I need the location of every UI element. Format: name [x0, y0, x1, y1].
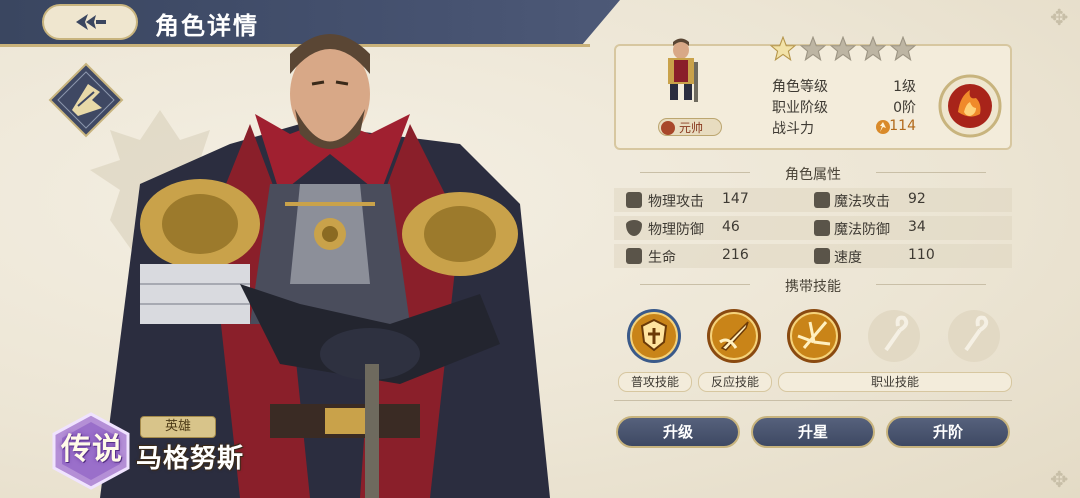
hp-label: 生命 — [648, 250, 676, 266]
corner-ornament-top-right: ✥ — [1050, 6, 1069, 31]
class-skill-label: 职业技能 — [778, 372, 1012, 392]
physical-defense-value: 46 — [722, 219, 740, 235]
magic-attack-label: 魔法攻击 — [834, 194, 890, 210]
star-rating — [770, 36, 916, 62]
speed-label: 速度 — [834, 250, 862, 266]
level-label: 角色等级 — [772, 79, 828, 95]
class-tag[interactable]: 元帅 — [658, 118, 722, 136]
power-value: 114 — [889, 118, 916, 134]
sword-icon — [626, 192, 642, 208]
magic-shield-icon — [814, 220, 830, 236]
fire-element-icon[interactable] — [938, 74, 1002, 138]
class-rank-value: 0阶 — [893, 100, 916, 116]
rarity-label: 传说 — [61, 432, 123, 467]
star-empty-icon — [890, 36, 916, 62]
physical-attack-value: 147 — [722, 191, 749, 207]
reaction-skill-icon[interactable] — [706, 308, 762, 364]
magic-attack-value: 92 — [908, 191, 926, 207]
boot-icon — [814, 248, 830, 264]
hero-detail-screen: ✥ ✥ 角色详情 传说 英雄 马格努斯 角色等级 1级 职业阶级 0阶 战斗力 … — [0, 0, 1080, 498]
marshal-class-icon — [661, 121, 675, 135]
class-rank-label: 职业阶级 — [772, 100, 828, 116]
star-empty-icon — [830, 36, 856, 62]
hp-value: 216 — [722, 247, 749, 263]
magic-defense-label: 魔法防御 — [834, 222, 890, 238]
attributes-title: 角色属性 — [785, 167, 841, 183]
reaction-skill-label: 反应技能 — [698, 372, 772, 392]
star-empty-icon — [860, 36, 886, 62]
power-label: 战斗力 — [772, 121, 814, 137]
physical-defense-label: 物理防御 — [648, 222, 704, 238]
wand-icon — [814, 192, 830, 208]
star-empty-icon — [800, 36, 826, 62]
star-filled-icon — [770, 36, 796, 62]
corner-ornament-bottom-right: ✥ — [1050, 468, 1069, 493]
locked-skill-icon[interactable] — [866, 308, 922, 364]
advance-button[interactable]: 升阶 — [886, 416, 1010, 448]
physical-attack-label: 物理攻击 — [648, 194, 704, 210]
heart-icon — [626, 248, 642, 264]
locked-skill-icon[interactable] — [946, 308, 1002, 364]
power-icon — [876, 120, 890, 134]
normal-attack-skill-icon[interactable] — [626, 308, 682, 364]
class-tag-label: 元帅 — [679, 121, 704, 135]
star-up-button[interactable]: 升星 — [751, 416, 875, 448]
magic-defense-value: 34 — [908, 219, 926, 235]
skills-title: 携带技能 — [785, 279, 841, 295]
upgrade-button[interactable]: 升级 — [616, 416, 740, 448]
level-value: 1级 — [893, 79, 916, 95]
burst-skill-icon[interactable] — [786, 308, 842, 364]
hero-sprite — [668, 38, 698, 102]
hero-type-tag: 英雄 — [140, 416, 216, 438]
speed-value: 110 — [908, 247, 935, 263]
divider — [614, 400, 1012, 401]
hero-name: 马格努斯 — [136, 444, 245, 474]
normal-skill-label: 普攻技能 — [618, 372, 692, 392]
